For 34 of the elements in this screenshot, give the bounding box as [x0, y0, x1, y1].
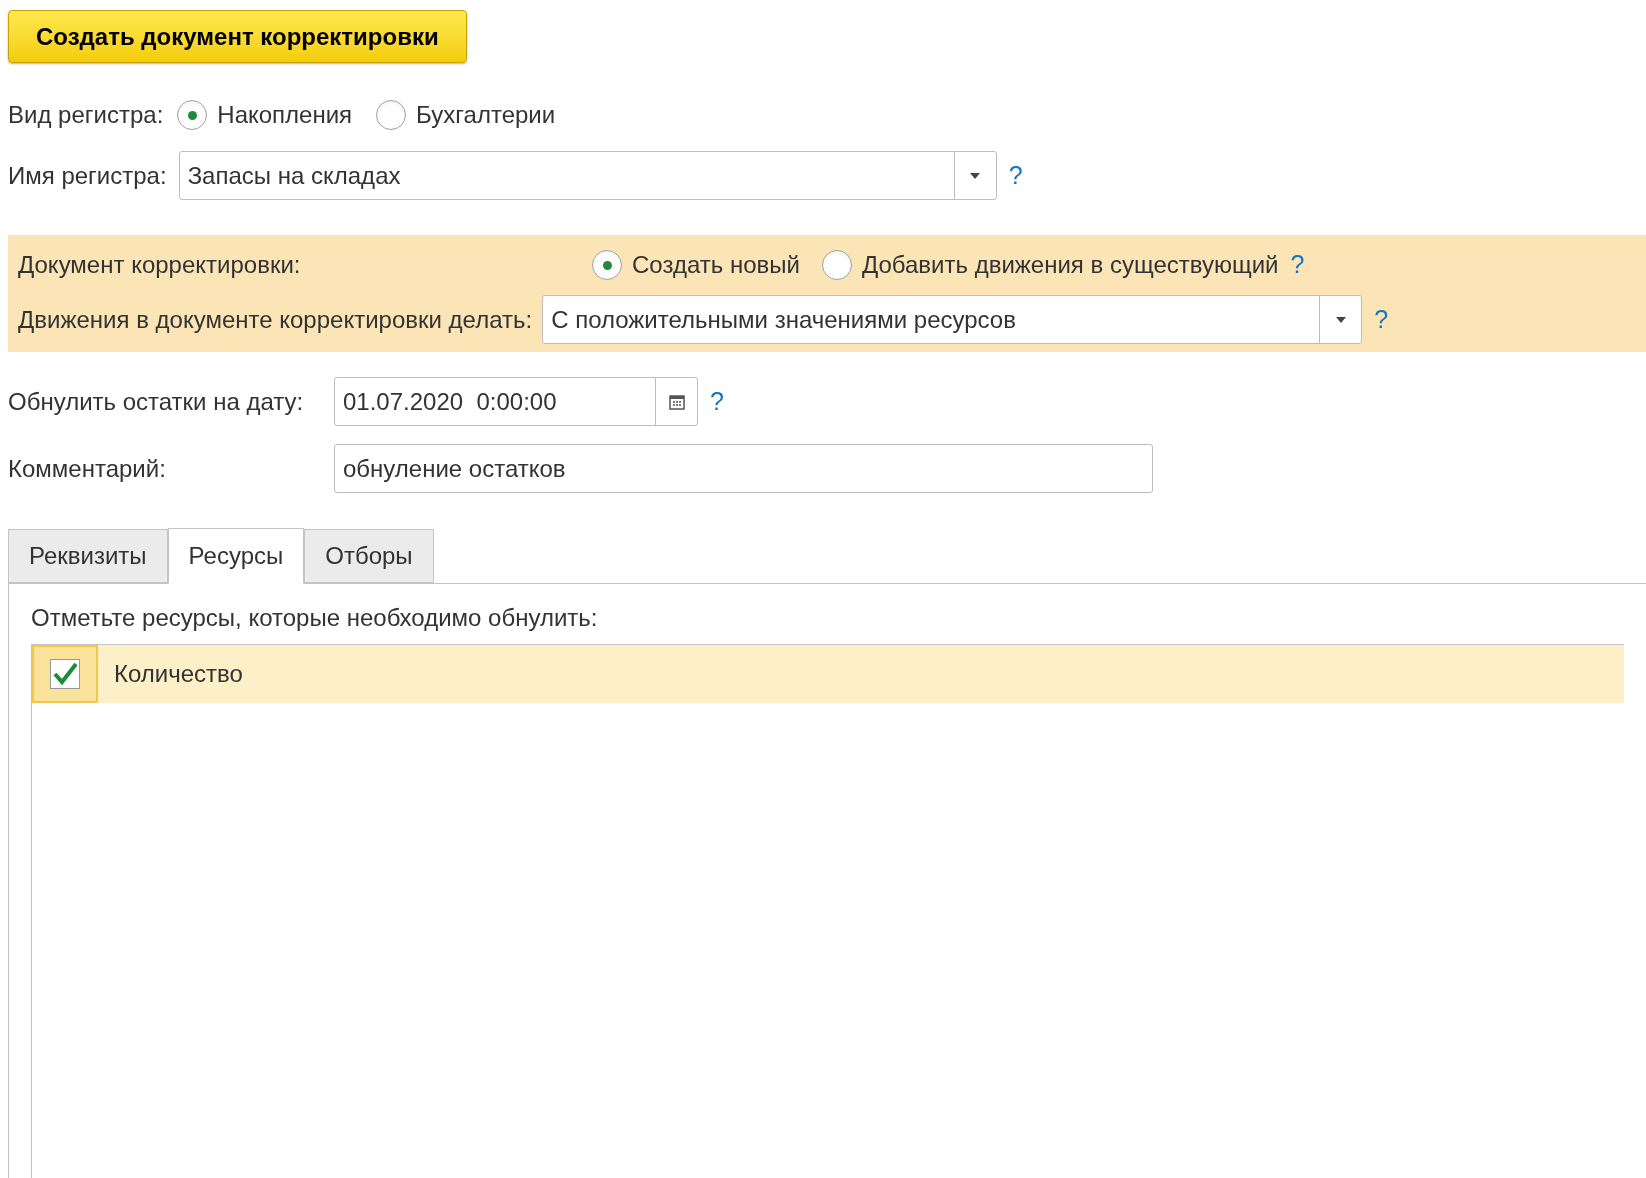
radio-option[interactable]: Накопления [177, 97, 353, 133]
date-field[interactable]: 01.07.2020 0:00:00 [334, 377, 698, 426]
radio-option[interactable]: Добавить движения в существующий [821, 247, 1279, 283]
field-label: Вид регистра: [8, 100, 164, 130]
help-link[interactable]: ? [710, 382, 724, 421]
field-label: Комментарий: [8, 453, 167, 484]
tab[interactable]: Ресурсы [167, 528, 305, 584]
tab[interactable]: Отборы [304, 529, 434, 583]
field-label: Движения в документе корректировки делать: [18, 304, 533, 335]
help-link[interactable]: ? [1290, 246, 1305, 284]
checkmark-icon [52, 662, 78, 686]
radio-button[interactable] [821, 250, 852, 280]
checkbox[interactable] [50, 659, 80, 689]
radio-option[interactable]: Создать новый [592, 247, 800, 283]
comment-field[interactable]: обнуление остатков [334, 444, 1153, 493]
create-correction-button[interactable]: Создать документ корректировки [8, 10, 467, 63]
register-select[interactable]: Запасы на складах [178, 151, 997, 200]
tab[interactable]: Реквизиты [8, 529, 168, 583]
radio-option[interactable]: Бухгалтерии [376, 97, 556, 133]
movements-select[interactable]: С положительными значениями ресурсов [542, 295, 1363, 344]
help-link[interactable]: ? [1374, 300, 1389, 339]
radio-button[interactable] [177, 100, 208, 130]
resource-label: Количество [114, 659, 243, 689]
help-link[interactable]: ? [1008, 156, 1023, 195]
calendar-icon [668, 393, 685, 410]
resources-hint: Отметьте ресурсы, которые необходимо обнулить: [31, 603, 599, 633]
radio-button[interactable] [376, 100, 407, 130]
field-label: Документ корректировки: [18, 250, 302, 280]
resource-row[interactable]: Количество [32, 645, 1624, 703]
radio-button[interactable] [592, 250, 622, 280]
caret-icon [970, 172, 981, 179]
field-label: Имя регистра: [8, 160, 167, 191]
caret-icon [1335, 316, 1346, 323]
field-label: Обнулить остатки на дату: [8, 386, 305, 417]
